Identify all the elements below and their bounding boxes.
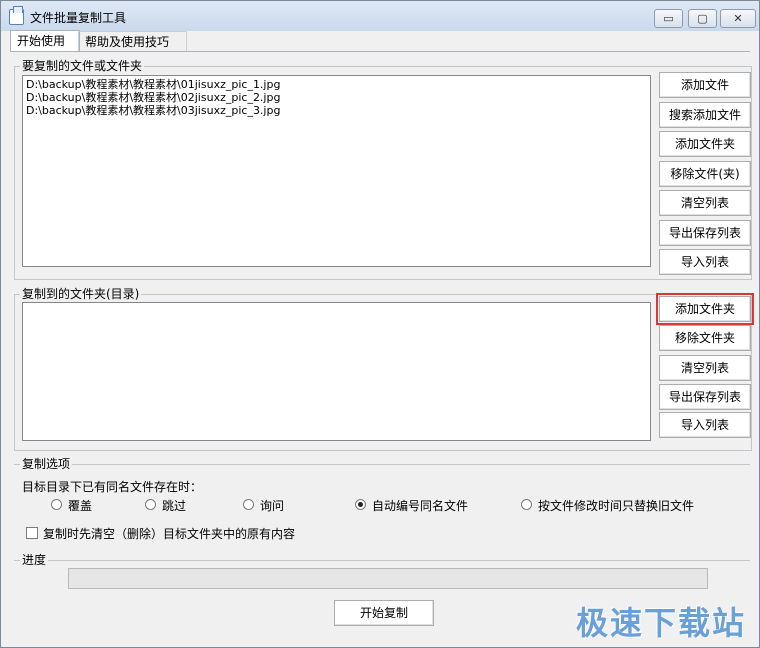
- source-group-label: 要复制的文件或文件夹: [20, 59, 145, 73]
- destination-folder-list[interactable]: [22, 302, 651, 441]
- maximize-button[interactable]: ▢: [688, 9, 717, 28]
- remove-item-button[interactable]: 移除文件(夹): [659, 161, 751, 187]
- options-group-label: 复制选项: [20, 457, 73, 471]
- clear-target-label: 复制时先清空（删除）目标文件夹中的原有内容: [43, 527, 296, 541]
- progress-bar: [68, 568, 708, 589]
- progress-label: 进度: [20, 553, 49, 567]
- dest-add-folder-button[interactable]: 添加文件夹: [656, 293, 754, 325]
- export-list-button[interactable]: 导出保存列表: [659, 220, 751, 246]
- radio-replace-older[interactable]: [521, 499, 532, 510]
- dest-import-list-button[interactable]: 导入列表: [659, 412, 751, 438]
- dest-clear-list-button[interactable]: 清空列表: [659, 355, 751, 381]
- radio-overwrite[interactable]: [51, 499, 62, 510]
- add-file-button[interactable]: 添加文件: [659, 72, 751, 98]
- list-item[interactable]: D:\backup\教程素材\教程素材\03jisuxz_pic_3.jpg: [26, 104, 280, 117]
- start-copy-button[interactable]: 开始复制: [334, 600, 434, 626]
- options-prompt: 目标目录下已有同名文件存在时：: [22, 480, 203, 494]
- import-list-button[interactable]: 导入列表: [659, 249, 751, 275]
- tab-help[interactable]: 帮助及使用技巧: [78, 31, 187, 52]
- destination-group-label: 复制到的文件夹(目录): [20, 287, 142, 301]
- watermark-logo: 极速下载站: [575, 604, 746, 642]
- dest-remove-folder-button[interactable]: 移除文件夹: [659, 325, 751, 351]
- add-folder-button[interactable]: 添加文件夹: [659, 131, 751, 157]
- maximize-icon: ▢: [697, 12, 708, 25]
- tab-start[interactable]: 开始使用: [10, 30, 80, 52]
- radio-skip-label: 跳过: [162, 499, 187, 513]
- close-icon: ✕: [733, 12, 743, 25]
- radio-skip[interactable]: [145, 499, 156, 510]
- radio-ask[interactable]: [243, 499, 254, 510]
- app-icon: [9, 6, 24, 25]
- close-button[interactable]: ✕: [720, 9, 756, 28]
- source-file-list[interactable]: D:\backup\教程素材\教程素材\01jisuxz_pic_1.jpg D…: [22, 75, 651, 267]
- radio-auto-number[interactable]: [355, 499, 366, 510]
- radio-ask-label: 询问: [260, 499, 285, 513]
- minimize-icon: ▭: [663, 12, 674, 25]
- clear-target-checkbox[interactable]: [26, 527, 38, 539]
- list-item[interactable]: D:\backup\教程素材\教程素材\02jisuxz_pic_2.jpg: [26, 91, 280, 104]
- window-title: 文件批量复制工具: [30, 11, 127, 25]
- tab-divider: [10, 51, 750, 52]
- radio-auto-number-label: 自动编号同名文件: [372, 499, 469, 513]
- minimize-button[interactable]: ▭: [654, 9, 683, 28]
- dest-export-list-button[interactable]: 导出保存列表: [659, 384, 751, 410]
- search-add-file-button[interactable]: 搜索添加文件: [659, 102, 751, 128]
- radio-overwrite-label: 覆盖: [68, 499, 93, 513]
- clear-list-button[interactable]: 清空列表: [659, 190, 751, 216]
- list-item[interactable]: D:\backup\教程素材\教程素材\01jisuxz_pic_1.jpg: [26, 78, 280, 91]
- radio-replace-older-label: 按文件修改时间只替换旧文件: [538, 499, 695, 513]
